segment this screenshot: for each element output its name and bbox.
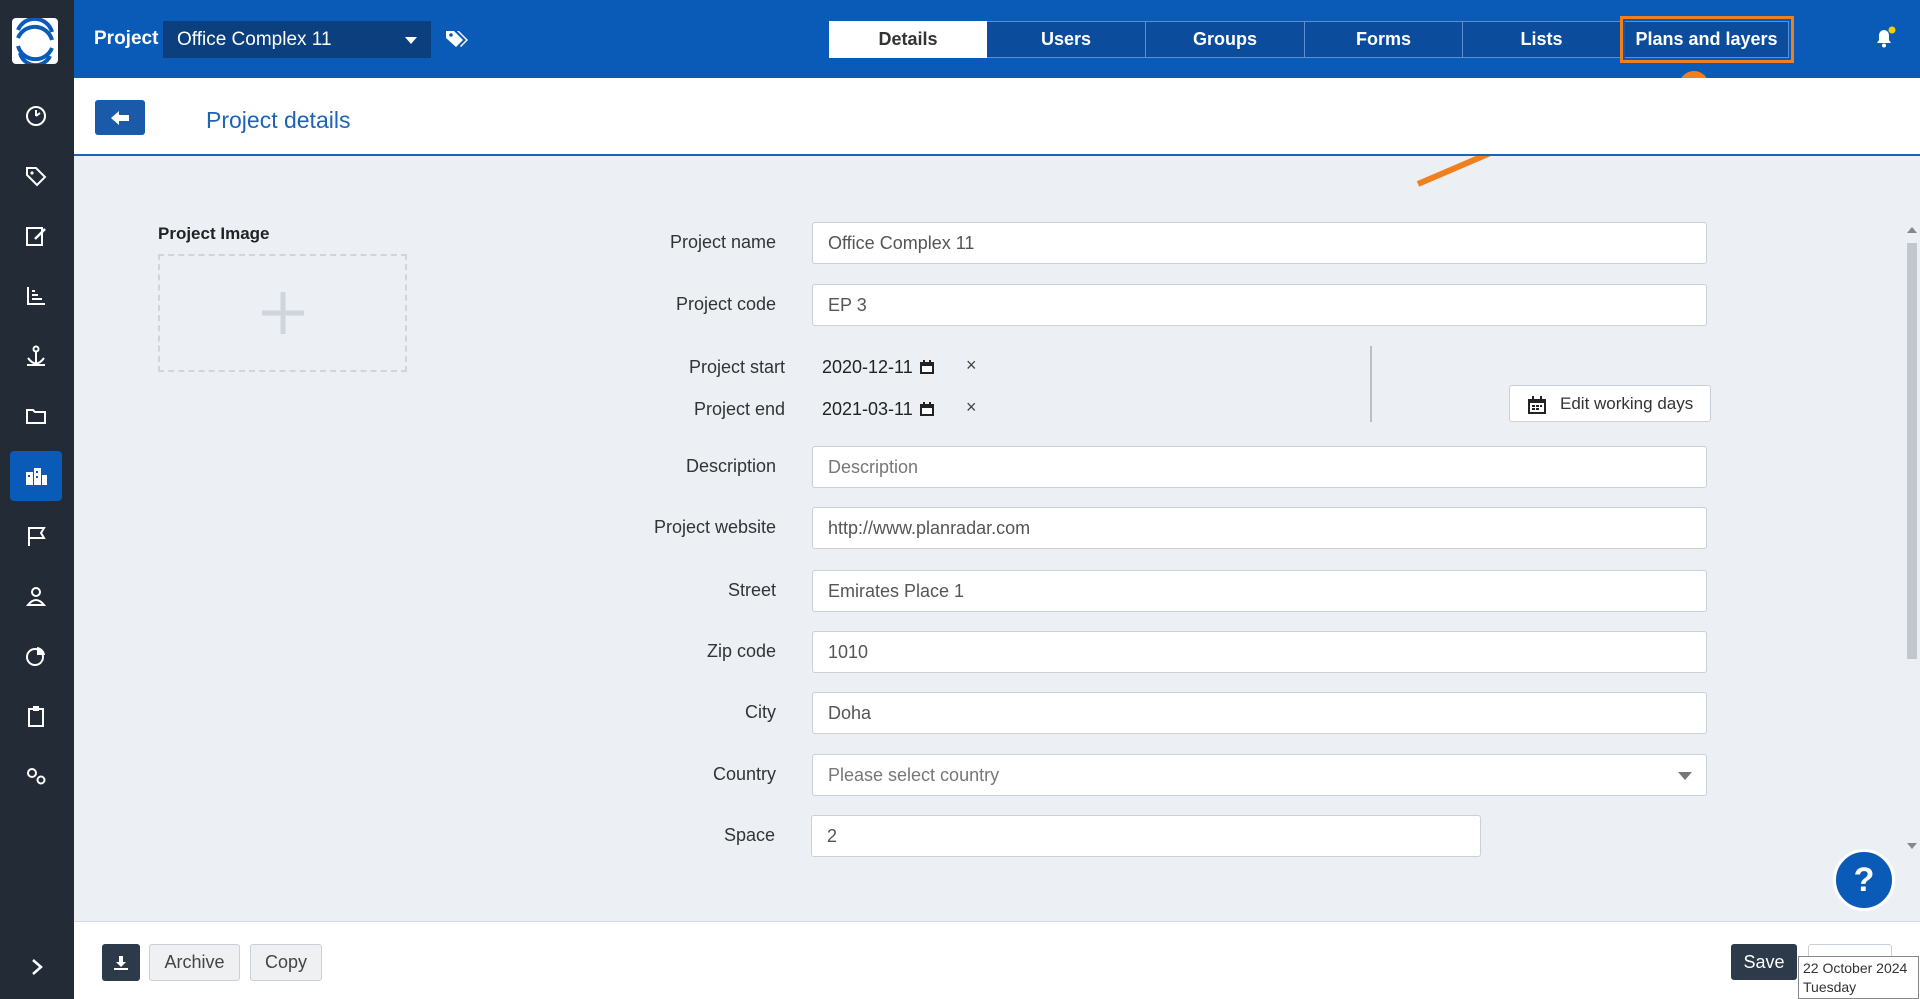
sidebar-item-user[interactable] (10, 571, 62, 621)
chevron-down-icon (1678, 772, 1692, 780)
download-icon (114, 955, 128, 970)
project-start-date[interactable]: 2020-12-11 (822, 357, 913, 378)
description-field[interactable]: Description (812, 446, 1707, 488)
bell-icon[interactable] (1872, 26, 1896, 50)
sidebar-item-dashboard[interactable] (10, 91, 62, 141)
street-field[interactable]: Emirates Place 1 (812, 570, 1707, 612)
scrollbar-thumb[interactable] (1907, 243, 1917, 659)
country-label: Country (712, 764, 776, 784)
chevron-down-icon (405, 37, 417, 44)
city-label: City (745, 702, 776, 722)
top-bar: Project Office Complex 11 Details Users … (74, 0, 1920, 78)
help-button[interactable]: ? (1833, 849, 1895, 911)
anchor-icon (27, 345, 45, 366)
project-select-value: Office Complex 11 (177, 29, 332, 50)
project-image-upload[interactable] (158, 254, 407, 372)
clear-start-date-icon[interactable]: × (966, 355, 977, 376)
buildings-icon (26, 468, 47, 485)
scroll-down-icon[interactable] (1907, 843, 1917, 849)
calendar-icon (1528, 396, 1546, 414)
edit-working-days-button[interactable]: Edit working days (1509, 385, 1711, 422)
tab-bar: Details Users Groups Forms Lists Plans a… (829, 16, 1794, 63)
project-label: Project (94, 28, 159, 49)
folder-icon (26, 409, 46, 424)
project-code-label: Project code (675, 294, 776, 314)
edit-working-days-label: Edit working days (1560, 393, 1694, 413)
sidebar-item-anchor[interactable] (10, 331, 62, 381)
download-button[interactable] (102, 944, 140, 981)
country-select-placeholder: Please select country (828, 765, 1000, 785)
stats-icon (27, 287, 45, 305)
project-start-label: Project start (688, 357, 785, 377)
edit-icon (26, 227, 46, 246)
project-website-field[interactable]: http://www.planradar.com (812, 507, 1707, 549)
clear-end-date-icon[interactable]: × (966, 397, 977, 418)
zip-code-field[interactable]: 1010 (812, 631, 1707, 673)
project-end-date[interactable]: 2021-03-11 (822, 399, 913, 420)
back-button[interactable] (95, 100, 145, 135)
project-code-field[interactable]: EP 3 (812, 284, 1707, 326)
dashboard-icon (26, 106, 46, 126)
flag-icon (28, 527, 46, 546)
sidebar-item-tags[interactable] (10, 151, 62, 201)
divider (1370, 346, 1372, 422)
page-title: Project details (206, 107, 351, 133)
archive-button[interactable]: Archive (149, 944, 240, 981)
calendar-icon[interactable] (920, 360, 934, 374)
tab-groups[interactable]: Groups (1146, 21, 1305, 58)
scrollbar[interactable] (1904, 227, 1920, 853)
sidebar-item-flag[interactable] (10, 511, 62, 561)
sidebar-item-stats[interactable] (10, 271, 62, 321)
sidebar-item-projects[interactable] (10, 451, 62, 501)
settings-icon (27, 768, 46, 785)
tooltip-weekday: Tuesday (1803, 979, 1857, 995)
project-end-label: Project end (693, 399, 785, 419)
street-label: Street (727, 580, 776, 600)
space-field[interactable]: 2 (811, 815, 1481, 857)
space-label: Space (723, 825, 775, 845)
calendar-icon[interactable] (920, 402, 934, 416)
arrow-left-icon (111, 110, 129, 125)
zip-code-label: Zip code (706, 641, 776, 661)
scroll-up-icon[interactable] (1907, 227, 1917, 233)
tab-plans-and-layers[interactable]: Plans and layers (1620, 16, 1794, 63)
tab-users[interactable]: Users (987, 21, 1146, 58)
tab-forms[interactable]: Forms (1305, 21, 1463, 58)
tooltip-date: 22 October 2024 (1803, 960, 1908, 976)
footer-bar: Archive Copy Save (74, 921, 1920, 999)
project-name-label: Project name (669, 232, 776, 252)
plus-icon (261, 292, 304, 334)
user-icon (25, 587, 47, 606)
project-image-label: Project Image (158, 224, 270, 243)
sidebar (0, 0, 74, 999)
copy-button[interactable]: Copy (250, 944, 322, 981)
sidebar-expand-button[interactable] (22, 952, 52, 982)
project-select[interactable]: Office Complex 11 (163, 21, 431, 58)
page-header: Project details (74, 78, 1920, 156)
sidebar-item-settings[interactable] (10, 751, 62, 801)
city-field[interactable]: Doha (812, 692, 1707, 734)
description-label: Description (685, 456, 776, 476)
tab-lists[interactable]: Lists (1463, 21, 1621, 58)
country-select[interactable]: Please select country (812, 754, 1707, 796)
sidebar-item-edit[interactable] (10, 211, 62, 261)
chart-pie-icon (26, 647, 45, 666)
tab-details[interactable]: Details (829, 21, 987, 58)
sidebar-item-reports[interactable] (10, 631, 62, 681)
save-button[interactable]: Save (1731, 944, 1797, 980)
project-website-label: Project website (653, 517, 776, 537)
sidebar-item-clipboard[interactable] (10, 691, 62, 741)
clipboard-icon (28, 706, 44, 727)
logo-icon[interactable] (12, 18, 58, 64)
project-name-field[interactable]: Office Complex 11 (812, 222, 1707, 264)
tags-icon[interactable] (444, 27, 470, 51)
date-tooltip: 22 October 2024 Tuesday (1798, 956, 1919, 999)
sidebar-item-folder[interactable] (10, 391, 62, 441)
tags-icon (26, 167, 47, 187)
chevron-right-icon (32, 959, 43, 975)
